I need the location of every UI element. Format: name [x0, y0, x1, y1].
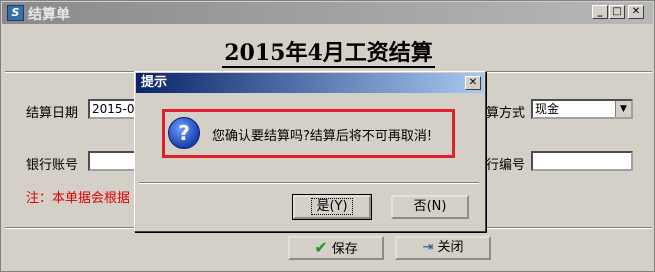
message-highlight: ? 您确认要结算吗?结算后将不可再取消!: [162, 109, 455, 158]
yes-button[interactable]: 是(Y): [292, 194, 372, 220]
settle-date-label: 结算日期: [26, 106, 79, 121]
bank-account-label: 银行账号: [26, 158, 79, 173]
checkmark-icon: ✔: [314, 238, 328, 257]
question-icon: ?: [168, 117, 200, 149]
app-icon: S: [7, 5, 24, 21]
close-label: 关闭: [437, 240, 464, 255]
close-button[interactable]: ⇥ 关闭: [395, 236, 491, 260]
save-button[interactable]: ✔ 保存: [288, 236, 384, 260]
dialog-message: 您确认要结算吗?结算后将不可再取消!: [212, 129, 433, 144]
pay-method-select[interactable]: 现金 ▼: [531, 99, 633, 119]
note-text: 注：本单据会根据: [26, 191, 131, 206]
yes-label: 是(Y): [311, 198, 353, 215]
minimize-button[interactable]: _: [592, 5, 608, 19]
confirm-dialog: 提示 ✕ ? 您确认要结算吗?结算后将不可再取消! 是(Y) 否(N): [134, 71, 486, 232]
exit-door-icon: ⇥: [422, 240, 434, 255]
maximize-button[interactable]: □: [609, 5, 625, 19]
no-label: 否(N): [413, 199, 447, 214]
save-label: 保存: [331, 242, 358, 257]
code-field[interactable]: [531, 151, 633, 171]
close-window-button[interactable]: ✕: [628, 5, 644, 19]
pay-method-label: 算方式: [486, 106, 526, 121]
window-title: 结算单: [28, 7, 70, 23]
no-button[interactable]: 否(N): [391, 195, 469, 219]
page-heading: 2015年4月工资结算: [1, 35, 655, 68]
heading-text: 2015年4月工资结算: [222, 40, 435, 68]
code-label: 行编号: [486, 158, 526, 173]
title-bar[interactable]: S 结算单 _ □ ✕: [2, 2, 653, 24]
dialog-close-button[interactable]: ✕: [465, 76, 481, 90]
dialog-divider: [139, 182, 479, 184]
chevron-down-icon[interactable]: ▼: [615, 101, 631, 117]
dialog-title-bar[interactable]: 提示 ✕: [136, 73, 484, 93]
pay-method-value: 现金: [535, 102, 560, 116]
dialog-title: 提示: [141, 75, 168, 90]
